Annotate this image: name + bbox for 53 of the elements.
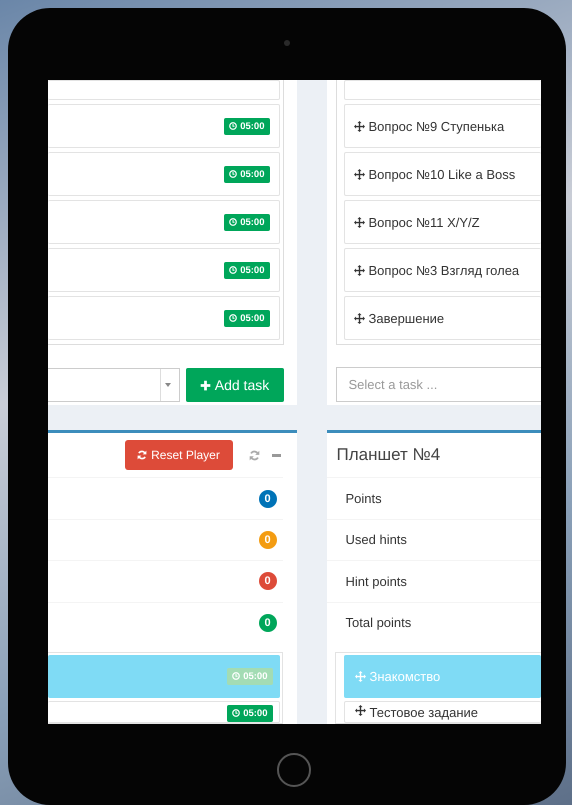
task-row[interactable]: Вопрос №11 X/Y/Z <box>344 200 540 244</box>
task-row[interactable]: Вопрос №9 Ступенька <box>344 104 540 148</box>
move-icon <box>354 120 364 132</box>
task-row[interactable]: 05:00 <box>48 152 280 196</box>
count-badge: 0 <box>258 530 276 549</box>
move-icon <box>354 312 364 324</box>
task-row[interactable]: Вопрос №10 Like a Boss <box>344 152 540 196</box>
task-row[interactable]: Вопрос №3 Взгляд голеа <box>344 248 540 292</box>
timer-badge: 05:00 <box>224 214 270 230</box>
timer-badge: 05:00 <box>224 310 270 326</box>
timer-badge: 05:00 <box>227 668 272 685</box>
count-badge: 0 <box>258 490 276 508</box>
timer-badge: 05:00 <box>224 166 270 182</box>
task-row[interactable]: 05:00 <box>48 296 280 340</box>
home-button[interactable] <box>277 753 311 787</box>
clock-icon <box>229 218 238 226</box>
stat-label: Hint points <box>346 574 407 589</box>
task-row[interactable]: 05:00 <box>48 700 280 723</box>
move-icon <box>354 264 364 276</box>
task-search-field[interactable]: Select a task ... <box>336 367 540 402</box>
camera-dot <box>284 40 290 46</box>
move-icon <box>354 704 366 716</box>
task-row[interactable]: 05:00 <box>48 200 280 244</box>
move-icon <box>354 216 364 228</box>
task-row[interactable]: 05:00 <box>48 104 280 148</box>
count-badge: 0 <box>258 572 276 590</box>
timer-badge: 05:00 <box>224 262 270 278</box>
timer-badge: 05:00 <box>224 118 270 134</box>
clock-icon <box>232 672 240 680</box>
task-row[interactable]: Тестовое задание <box>344 700 540 723</box>
clock-icon <box>229 122 238 130</box>
panel-title: Планшет №4 <box>336 445 440 466</box>
task-select[interactable] <box>48 368 180 402</box>
reset-player-button[interactable]: Reset Player <box>124 440 232 470</box>
plus-icon <box>200 380 211 390</box>
clock-icon <box>232 709 240 718</box>
clock-icon <box>229 314 238 322</box>
clock-icon <box>229 266 238 274</box>
timer-badge: 05:00 <box>227 704 272 722</box>
move-icon <box>354 670 366 682</box>
clock-icon <box>229 170 238 178</box>
caret-icon <box>164 383 170 387</box>
task-row[interactable]: Завершение <box>344 296 540 340</box>
add-task-button[interactable]: Add task <box>186 368 284 402</box>
stat-label: Total points <box>346 615 412 630</box>
refresh-icon <box>137 450 148 460</box>
stat-label: Used hints <box>346 532 407 548</box>
count-badge: 0 <box>258 614 276 632</box>
stat-label: Points <box>346 491 382 506</box>
minimize-icon[interactable] <box>272 454 280 457</box>
refresh-icon[interactable] <box>248 450 260 461</box>
task-row[interactable]: 05:00 <box>48 248 280 292</box>
move-icon <box>354 168 364 180</box>
